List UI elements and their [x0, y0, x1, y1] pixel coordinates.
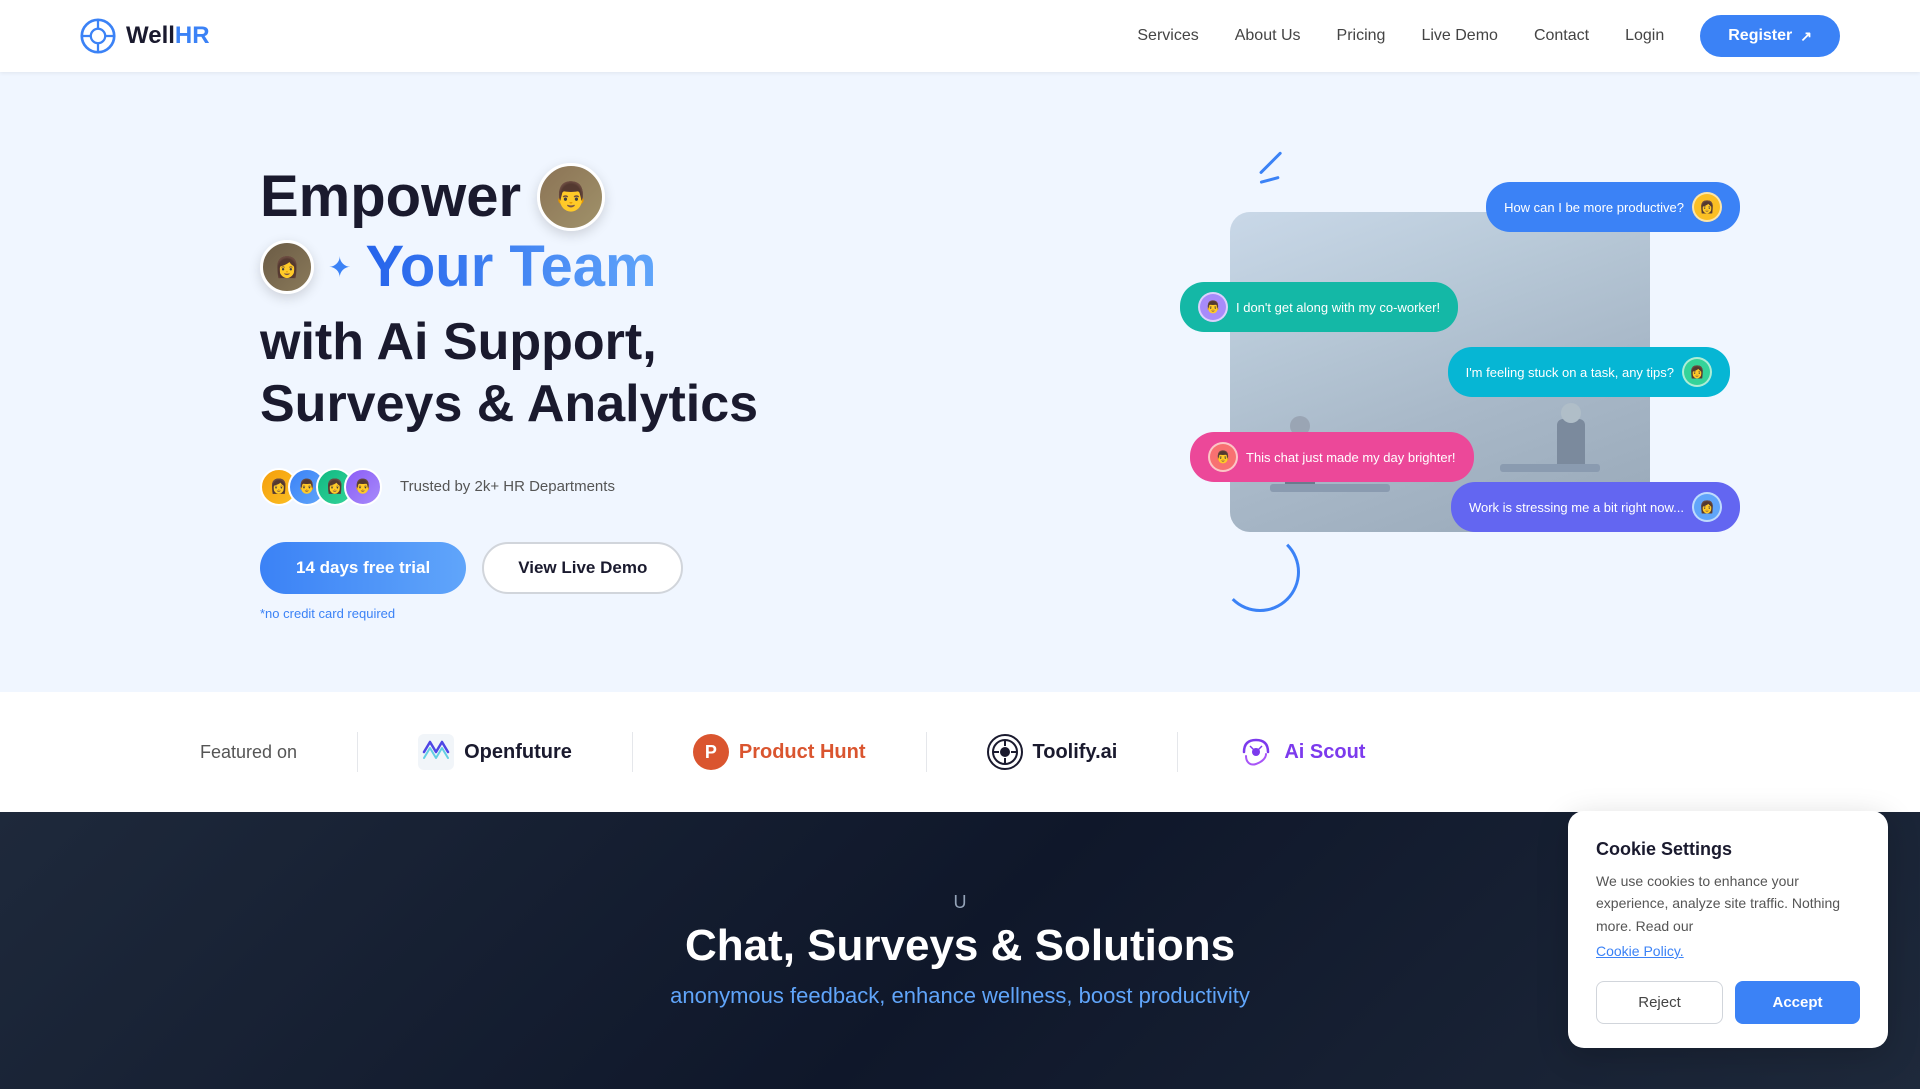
hero-avatar-float: 👨	[537, 163, 605, 231]
producthunt-text: Product Hunt	[739, 741, 866, 764]
cookie-reject-button[interactable]: Reject	[1596, 981, 1723, 1024]
bubble-5-avatar: 👩	[1692, 492, 1722, 522]
featured-divider-2	[632, 732, 633, 772]
no-credit-card-text: *no credit card required	[260, 606, 758, 621]
aiscout-logo[interactable]: Ai Scout	[1238, 734, 1365, 770]
nav-contact[interactable]: Contact	[1534, 27, 1589, 45]
hero-line2: 👩 ✦ Your Team	[260, 235, 758, 299]
openfuture-icon	[418, 734, 454, 770]
hero-avatar-small: 👩	[260, 240, 314, 294]
hero-subtitle: with Ai Support,Surveys & Analytics	[260, 311, 758, 436]
chat-bubble-3: I'm feeling stuck on a task, any tips? 👩	[1448, 347, 1730, 397]
hero-empower-text: Empower	[260, 165, 521, 229]
cookie-buttons: Reject Accept	[1596, 981, 1860, 1024]
bubble-2-text: I don't get along with my co-worker!	[1236, 300, 1440, 315]
hero-buttons: 14 days free trial View Live Demo	[260, 542, 758, 594]
bubble-1-text: How can I be more productive?	[1504, 200, 1684, 215]
deco-arc	[1220, 532, 1300, 612]
nav-pricing[interactable]: Pricing	[1337, 27, 1386, 45]
chat-bubble-2: 👨 I don't get along with my co-worker!	[1180, 282, 1458, 332]
nav-livedemo[interactable]: Live Demo	[1421, 27, 1497, 45]
cookie-accept-button[interactable]: Accept	[1735, 981, 1860, 1024]
cookie-banner: Cookie Settings We use cookies to enhanc…	[1568, 811, 1888, 1048]
avatar-stack: 👩 👨 👩 👨	[260, 468, 372, 506]
register-arrow-icon: ↗	[1800, 28, 1812, 45]
toolify-logo[interactable]: Toolify.ai	[987, 734, 1118, 770]
logo[interactable]: WellHR	[80, 18, 210, 54]
openfuture-text: Openfuture	[464, 741, 572, 764]
openfuture-logo[interactable]: Openfuture	[418, 734, 572, 770]
cookie-title: Cookie Settings	[1596, 839, 1860, 860]
sparkle-icon: ✦	[328, 251, 351, 284]
logo-icon	[80, 18, 116, 54]
deco-dash-2	[1260, 176, 1280, 184]
view-demo-button[interactable]: View Live Demo	[482, 542, 683, 594]
chat-bubble-5: Work is stressing me a bit right now... …	[1451, 482, 1740, 532]
producthunt-icon: P	[693, 734, 729, 770]
nav-links: Services About Us Pricing Live Demo Cont…	[1137, 15, 1840, 57]
toolify-icon	[987, 734, 1023, 770]
hero-left: Empower 👨 👩 ✦ Your Team with Ai Support,…	[260, 163, 758, 621]
toolify-text: Toolify.ai	[1033, 741, 1118, 764]
logo-well: Well	[126, 22, 175, 49]
featured-divider-4	[1177, 732, 1178, 772]
dark-title: Chat, Surveys & Solutions	[685, 921, 1235, 971]
register-button[interactable]: Register ↗	[1700, 15, 1840, 57]
producthunt-logo[interactable]: P Product Hunt	[693, 734, 866, 770]
navbar: WellHR Services About Us Pricing Live De…	[0, 0, 1920, 72]
free-trial-button[interactable]: 14 days free trial	[260, 542, 466, 594]
featured-section: Featured on Openfuture P Product Hunt	[0, 692, 1920, 812]
hero-section: Empower 👨 👩 ✦ Your Team with Ai Support,…	[0, 72, 1920, 692]
bubble-4-avatar: 👨	[1208, 442, 1238, 472]
bubble-3-text: I'm feeling stuck on a task, any tips?	[1466, 365, 1674, 380]
trusted-row: 👩 👨 👩 👨 Trusted by 2k+ HR Departments	[260, 468, 758, 506]
chat-bubble-1: How can I be more productive? 👩	[1486, 182, 1740, 232]
featured-divider	[357, 732, 358, 772]
bubble-1-avatar: 👩	[1692, 192, 1722, 222]
dark-subtitle: anonymous feedback, enhance wellness, bo…	[670, 983, 1250, 1009]
cookie-policy-link[interactable]: Cookie Policy.	[1596, 943, 1684, 959]
aiscout-text: Ai Scout	[1284, 741, 1365, 764]
bubble-4-text: This chat just made my day brighter!	[1246, 450, 1456, 465]
chat-bubble-4: 👨 This chat just made my day brighter!	[1190, 432, 1474, 482]
bubble-3-avatar: 👩	[1682, 357, 1712, 387]
cookie-text: We use cookies to enhance your experienc…	[1596, 870, 1860, 937]
nav-services[interactable]: Services	[1137, 27, 1198, 45]
office-desk-1	[1270, 484, 1390, 492]
dark-eyebrow: U	[954, 892, 967, 913]
hero-right: How can I be more productive? 👩 👨 I don'…	[1200, 152, 1720, 632]
logo-hr: HR	[175, 22, 210, 49]
deco-lines	[1260, 172, 1290, 190]
trusted-text: Trusted by 2k+ HR Departments	[400, 478, 615, 495]
bubble-5-text: Work is stressing me a bit right now...	[1469, 500, 1684, 515]
bubble-2-avatar: 👨	[1198, 292, 1228, 322]
your-team-text: Your Team	[365, 235, 656, 299]
deco-dash-1	[1259, 151, 1282, 174]
nav-about[interactable]: About Us	[1235, 27, 1301, 45]
featured-logos: Openfuture P Product Hunt Toolify.ai	[418, 732, 1720, 772]
office-desk-2	[1500, 464, 1600, 472]
avatar-stack-4: 👨	[344, 468, 382, 506]
register-label: Register	[1728, 27, 1792, 45]
office-person-2	[1557, 419, 1585, 464]
featured-divider-3	[926, 732, 927, 772]
aiscout-icon	[1238, 734, 1274, 770]
nav-login[interactable]: Login	[1625, 27, 1664, 45]
hero-line1: Empower 👨	[260, 163, 758, 231]
featured-label: Featured on	[200, 742, 297, 763]
logo-text: WellHR	[126, 22, 210, 50]
